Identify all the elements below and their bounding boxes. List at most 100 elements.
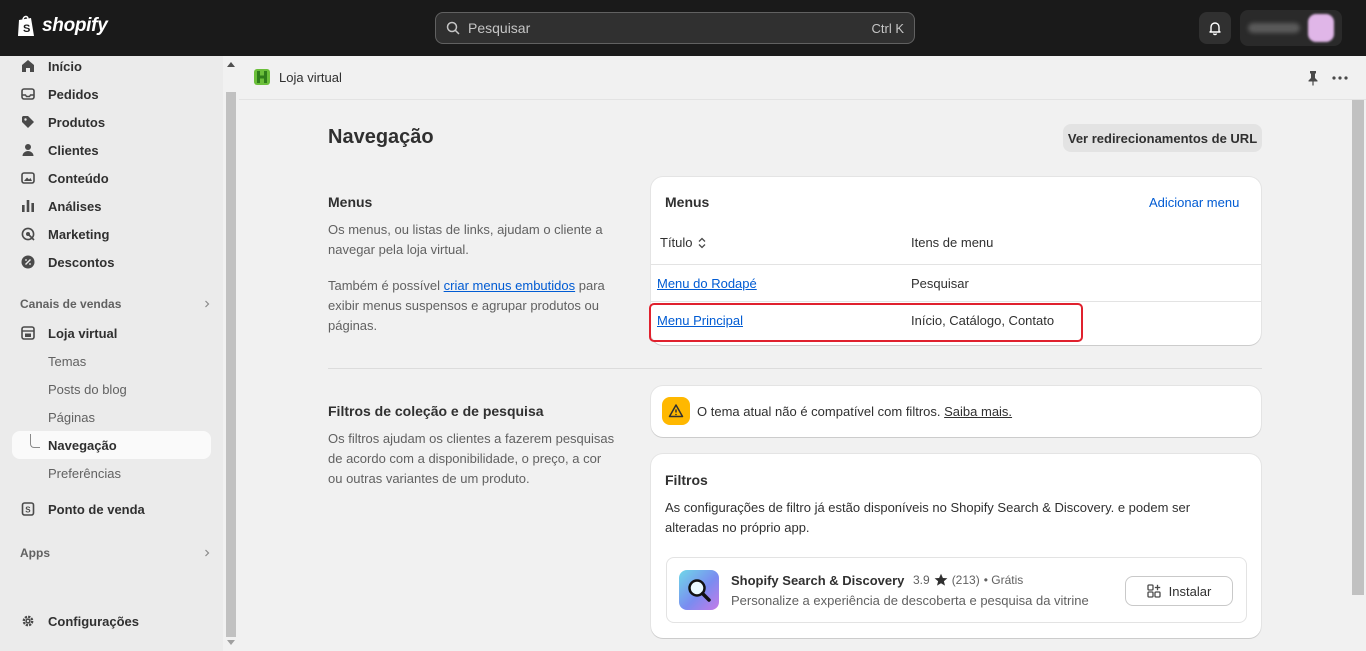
image-icon	[20, 170, 36, 186]
tag-icon	[20, 114, 36, 130]
sidebar-subitem-temas[interactable]: Temas	[12, 347, 211, 375]
search-input[interactable]: Pesquisar	[468, 20, 872, 36]
tree-connector	[30, 434, 40, 448]
install-app-button[interactable]: Instalar	[1125, 576, 1233, 606]
search-discovery-app-icon	[679, 570, 719, 610]
sidebar-item-loja-virtual[interactable]: Loja virtual	[12, 319, 211, 347]
page-title: Navegação	[328, 126, 434, 148]
sidebar-item-ponto-de-venda[interactable]: S Ponto de venda	[12, 495, 211, 523]
menu-rodape-items: Pesquisar	[911, 276, 969, 291]
breadcrumb[interactable]: Loja virtual	[253, 68, 342, 86]
main-scrollbar[interactable]	[1350, 100, 1366, 651]
filters-card: Filtros As configurações de filtro já es…	[651, 454, 1261, 638]
sidebar-item-label: Pedidos	[48, 86, 99, 102]
sidebar-item-marketing[interactable]: Marketing	[12, 220, 211, 248]
sidebar-item-analises[interactable]: Análises	[12, 192, 211, 220]
more-horizontal-icon[interactable]	[1331, 70, 1349, 86]
app-name[interactable]: Shopify Search & Discovery	[731, 573, 904, 588]
sidebar-item-label: Ponto de venda	[48, 501, 145, 517]
pin-icon[interactable]	[1305, 70, 1321, 86]
bar-chart-icon	[20, 198, 36, 214]
highlight-box	[649, 303, 1083, 342]
discount-icon	[20, 254, 36, 270]
search-bar[interactable]: Pesquisar Ctrl K	[435, 12, 915, 44]
sidebar-item-inicio[interactable]: Início	[12, 52, 211, 80]
sidebar-item-label: Conteúdo	[48, 170, 109, 186]
sidebar-item-descontos[interactable]: Descontos	[12, 248, 211, 276]
filters-card-text: As configurações de filtro já estão disp…	[665, 500, 1191, 535]
account-menu-button[interactable]	[1240, 10, 1342, 46]
create-nested-menus-link[interactable]: criar menus embutidos	[444, 278, 576, 293]
shopify-bag-icon: S	[18, 15, 34, 36]
app-listing: Shopify Search & Discovery 3.9 (213) • G…	[666, 557, 1247, 623]
bell-icon	[1209, 22, 1221, 36]
apps-add-icon	[1147, 584, 1161, 598]
sidebar-subitem-preferencias[interactable]: Preferências	[12, 459, 211, 487]
filters-section-title: Filtros de coleção e de pesquisa	[328, 403, 544, 419]
app-description: Personalize a experiência de descoberta …	[731, 593, 1089, 608]
menus-section-title: Menus	[328, 194, 373, 210]
app-price: • Grátis	[983, 573, 1024, 587]
sidebar-item-clientes[interactable]: Clientes	[12, 136, 211, 164]
chevron-right-icon	[205, 300, 210, 308]
filters-section-description: Os filtros ajudam os clientes a fazerem …	[328, 431, 615, 486]
search-shortcut: Ctrl K	[871, 20, 905, 36]
magnifier-icon	[688, 579, 711, 602]
install-label: Instalar	[1168, 583, 1212, 599]
filters-card-title: Filtros	[665, 472, 708, 488]
view-url-redirects-button[interactable]: Ver redirecionamentos de URL	[1063, 124, 1262, 152]
app-rating: 3.9	[913, 573, 930, 587]
menus-section-description: Os menus, ou listas de links, ajudam o c…	[328, 222, 603, 257]
sidebar-subitem-posts[interactable]: Posts do blog	[12, 375, 211, 403]
sidebar-item-label: Marketing	[48, 226, 110, 242]
warning-text: O tema atual não é compatível com filtro…	[697, 404, 941, 419]
sidebar-item-label: Produtos	[48, 114, 106, 130]
brand-name: shopify	[42, 15, 108, 36]
column-header-title[interactable]: Título	[660, 235, 707, 250]
scroll-up-arrow-icon[interactable]	[227, 62, 235, 67]
sidebar: Início Pedidos Produtos Clientes Conteúd…	[0, 56, 223, 651]
sidebar-subitem-paginas[interactable]: Páginas	[12, 403, 211, 431]
sidebar-scrollbar[interactable]	[223, 56, 239, 651]
svg-text:S: S	[25, 506, 31, 515]
sales-channels-section[interactable]: Canais de vendas	[20, 297, 211, 311]
warning-icon	[668, 404, 684, 418]
warning-badge	[662, 397, 690, 425]
column-header-label: Título	[660, 235, 693, 250]
menus-card-title: Menus	[665, 194, 710, 210]
sales-channels-label: Canais de vendas	[20, 297, 122, 311]
menus-section-extra: Também é possível criar menus embutidos …	[328, 276, 618, 336]
sidebar-item-produtos[interactable]: Produtos	[12, 108, 211, 136]
theme-warning-banner: O tema atual não é compatível com filtro…	[651, 386, 1261, 437]
sidebar-subitem-navegacao[interactable]: Navegação	[12, 431, 211, 459]
add-menu-link[interactable]: Adicionar menu	[1149, 195, 1239, 210]
learn-more-link[interactable]: Saiba mais.	[944, 404, 1012, 419]
apps-section[interactable]: Apps	[20, 546, 211, 560]
account-name-blurred	[1248, 23, 1300, 33]
scroll-down-arrow-icon[interactable]	[227, 640, 235, 645]
home-icon	[20, 58, 36, 74]
star-icon	[934, 573, 948, 586]
sidebar-item-label: Início	[48, 58, 82, 74]
sidebar-item-label: Loja virtual	[48, 325, 118, 341]
avatar	[1308, 14, 1334, 42]
scrollbar-thumb[interactable]	[1352, 100, 1364, 595]
search-icon	[446, 21, 460, 35]
store-icon	[254, 69, 270, 85]
sort-icon	[698, 237, 705, 248]
app-reviews: (213)	[951, 573, 980, 587]
scrollbar-thumb[interactable]	[226, 92, 236, 637]
svg-text:S: S	[23, 23, 30, 35]
sidebar-item-conteudo[interactable]: Conteúdo	[12, 164, 211, 192]
header-bar: Loja virtual	[239, 56, 1366, 100]
shopify-logo[interactable]: S shopify	[16, 14, 108, 38]
notifications-button[interactable]	[1199, 12, 1231, 44]
chevron-right-icon	[205, 549, 210, 557]
sidebar-item-label: Configurações	[48, 613, 140, 629]
menu-rodape-link[interactable]: Menu do Rodapé	[657, 276, 757, 291]
sidebar-item-configuracoes[interactable]: Configurações	[12, 607, 211, 635]
sidebar-item-pedidos[interactable]: Pedidos	[12, 80, 211, 108]
storefront-icon	[20, 325, 36, 341]
sidebar-item-label: Clientes	[48, 142, 99, 158]
row-divider	[651, 301, 1261, 302]
